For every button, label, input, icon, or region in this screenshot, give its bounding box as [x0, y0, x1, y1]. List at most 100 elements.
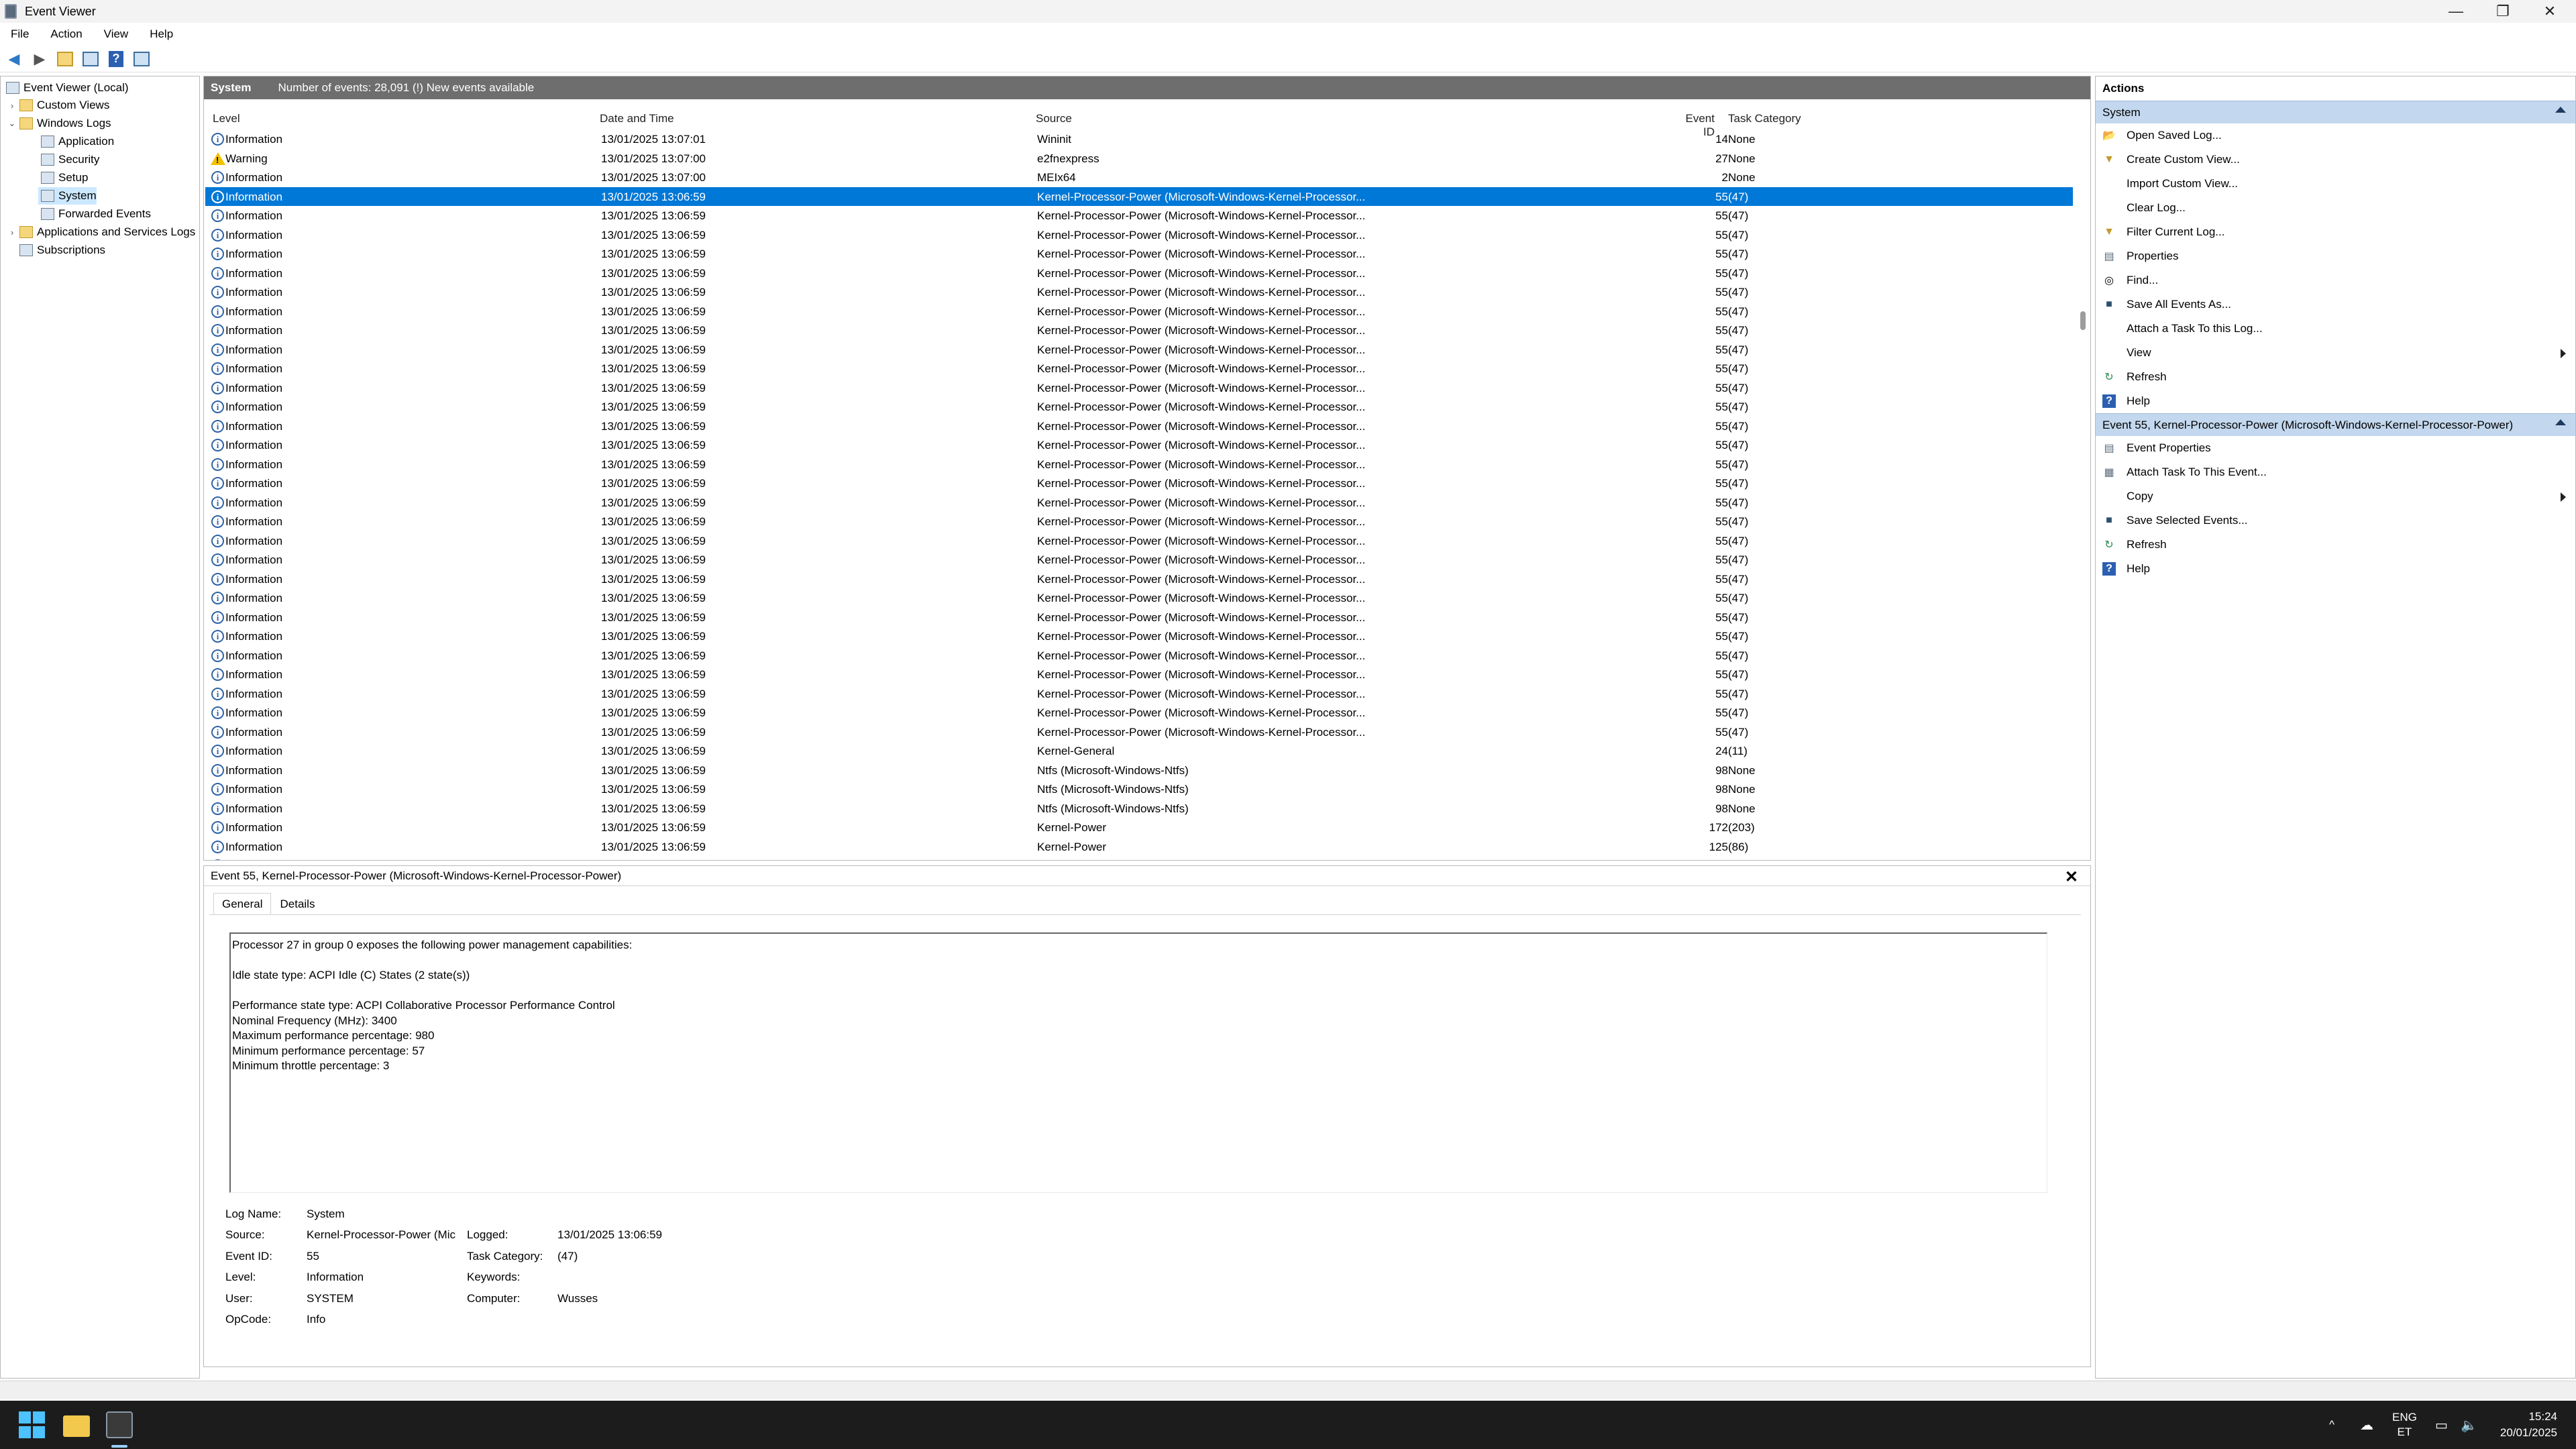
table-row[interactable]: i Information 13/01/2025 13:06:59 Kernel-Pr…	[205, 512, 2073, 531]
table-row[interactable]: i Information 13/01/2025 13:06:59 Kernel-Pr…	[205, 684, 2073, 704]
table-row[interactable]: i Information 13/01/2025 13:06:59 Kernel-Pr…	[205, 186, 2073, 206]
table-row[interactable]: i Information 13/01/2025 13:06:59 Kernel-Pr…	[205, 417, 2073, 436]
tree-item-system[interactable]: System	[38, 187, 97, 205]
table-row[interactable]: i Information 13/01/2025 13:06:59 Kernel-Pr…	[205, 455, 2073, 474]
table-row[interactable]: i Information 13/01/2025 13:07:00 MEIx64 2 No…	[205, 168, 2073, 187]
tree-item-forwarded-events[interactable]: Forwarded Events	[38, 205, 151, 223]
table-row[interactable]: i Information 13/01/2025 13:07:01 Wininit 14…	[205, 129, 2073, 149]
table-row[interactable]: i Information 13/01/2025 13:06:59 Kernel-Pr…	[205, 359, 2073, 378]
file-explorer-icon[interactable]	[63, 1415, 90, 1437]
tray-overflow-button[interactable]: ^	[2329, 1401, 2334, 1449]
action-refresh[interactable]: ↻ Refresh	[2096, 533, 2575, 557]
table-row[interactable]: i Information 13/01/2025 13:06:59 Kernel-Ge…	[205, 741, 2073, 761]
minimize-button[interactable]: —	[2432, 0, 2479, 23]
action-open-saved-log[interactable]: 📂 Open Saved Log...	[2096, 123, 2575, 148]
menu-file[interactable]: File	[11, 28, 29, 41]
tree-item-windows-logs[interactable]: ⌄ Windows Logs	[7, 115, 111, 132]
action-copy[interactable]: Copy	[2096, 484, 2575, 508]
show-hide-tree-button[interactable]	[80, 49, 101, 69]
column-level[interactable]: Level	[213, 112, 240, 125]
tree-item-applications-and-services-logs[interactable]: › Applications and Services Logs	[7, 223, 195, 241]
start-button[interactable]	[19, 1411, 46, 1438]
table-row[interactable]: i Information 13/01/2025 13:06:59 Kernel-Pr…	[205, 435, 2073, 455]
action-filter-current-log[interactable]: ▼ Filter Current Log...	[2096, 220, 2575, 244]
action-attach-task-to-this-event[interactable]: ▦ Attach Task To This Event...	[2096, 460, 2575, 484]
table-row[interactable]: i Information 13/01/2025 13:06:59 Kernel-Pr…	[205, 588, 2073, 608]
menu-help[interactable]: Help	[150, 28, 173, 41]
network-icon[interactable]: ▭	[2435, 1401, 2448, 1449]
table-row[interactable]: i Information 13/01/2025 13:06:59 Kernel-Pr…	[205, 282, 2073, 302]
column-source[interactable]: Source	[1036, 112, 1072, 125]
table-row[interactable]: i Information 13/01/2025 13:06:59 Kernel-Pr…	[205, 244, 2073, 264]
collapsed-chevron-icon[interactable]: ›	[7, 101, 17, 111]
events-vertical-scrollbar[interactable]	[2080, 311, 2086, 330]
tree-item-setup[interactable]: Setup	[38, 169, 88, 186]
table-row[interactable]: i Information 13/01/2025 13:06:59 Kernel-Pr…	[205, 264, 2073, 283]
event-description[interactable]: Processor 27 in group 0 exposes the foll…	[229, 932, 2047, 1193]
table-row[interactable]: i Information 13/01/2025 13:06:59 Kernel-Pr…	[205, 646, 2073, 665]
table-row[interactable]: i Information 13/01/2025 13:06:59 Kernel-Pr…	[205, 531, 2073, 551]
collapsed-chevron-icon[interactable]: ›	[7, 227, 17, 237]
action-import-custom-view[interactable]: Import Custom View...	[2096, 172, 2575, 196]
action-properties[interactable]: ▤ Properties	[2096, 244, 2575, 268]
table-row[interactable]: i Information 13/01/2025 13:06:59 Kernel-Pr…	[205, 493, 2073, 513]
collapse-caret-icon[interactable]	[2555, 419, 2566, 425]
restore-button[interactable]: ❐	[2479, 0, 2526, 23]
tree-item-custom-views[interactable]: › Custom Views	[7, 97, 109, 114]
actions-section-header[interactable]: Event 55, Kernel-Processor-Power (Micros…	[2096, 413, 2575, 436]
expanded-chevron-icon[interactable]: ⌄	[7, 118, 17, 129]
table-row[interactable]: i Information 13/01/2025 13:06:59 Kernel-Po…	[205, 837, 2073, 857]
table-row[interactable]: i Information 13/01/2025 13:06:59 Kernel-Pr…	[205, 608, 2073, 627]
table-row[interactable]: i Information 13/01/2025 13:06:59 Kernel-Pr…	[205, 627, 2073, 646]
table-row[interactable]: i Information 13/01/2025 13:06:59 Ntfs (Mic…	[205, 799, 2073, 818]
onedrive-icon[interactable]: ☁	[2360, 1401, 2373, 1449]
action-save-all-events-as[interactable]: ■ Save All Events As...	[2096, 292, 2575, 317]
close-button[interactable]: ✕	[2526, 0, 2573, 23]
table-row[interactable]: i Information 13/01/2025 13:06:59 Kernel-Pr…	[205, 321, 2073, 340]
clock[interactable]: 15:24 20/01/2025	[2500, 1409, 2557, 1441]
tab-general[interactable]: General	[213, 893, 272, 914]
action-create-custom-view[interactable]: ▼ Create Custom View...	[2096, 148, 2575, 172]
action-find[interactable]: ◎ Find...	[2096, 268, 2575, 292]
action-attach-a-task-to-this-log[interactable]: Attach a Task To this Log...	[2096, 317, 2575, 341]
action-save-selected-events[interactable]: ■ Save Selected Events...	[2096, 508, 2575, 533]
table-row[interactable]: i Information 13/01/2025 13:06:59 Kernel-Pr…	[205, 206, 2073, 225]
event-viewer-taskbar-icon[interactable]	[106, 1411, 133, 1438]
language-indicator[interactable]: ENG ET	[2392, 1401, 2417, 1449]
table-row[interactable]: i Information 13/01/2025 13:06:59 Kernel-Pr…	[205, 722, 2073, 742]
show-hide-action-pane-button[interactable]	[131, 49, 152, 69]
back-button[interactable]: ◀	[4, 49, 24, 69]
collapse-caret-icon[interactable]	[2555, 107, 2566, 113]
close-detail-button[interactable]: ✕	[2065, 867, 2078, 887]
table-row[interactable]: i Information 13/01/2025 13:06:59 Kernel-Pr…	[205, 378, 2073, 398]
help-button[interactable]: ?	[106, 49, 126, 69]
tree-item-subscriptions[interactable]: Subscriptions	[7, 241, 105, 259]
table-row[interactable]: i Information 13/01/2025 13:06:59 Kernel-Pr…	[205, 340, 2073, 360]
column-date-time[interactable]: Date and Time	[600, 112, 674, 125]
forward-button[interactable]: ▶	[30, 49, 50, 69]
table-row[interactable]: i Information 13/01/2025 13:06:59 Kernel-Pr…	[205, 397, 2073, 417]
action-view[interactable]: View	[2096, 341, 2575, 365]
table-row[interactable]: i Information 13/01/2025 13:06:59 Kernel-Pr…	[205, 225, 2073, 245]
column-task-category[interactable]: Task Category	[1728, 112, 1801, 125]
tree-item-application[interactable]: Application	[38, 133, 114, 150]
table-row[interactable]: i Information 13/01/2025 13:06:59 Kernel-Pr…	[205, 302, 2073, 321]
table-row[interactable]: iInformation 13/01/2025 13:06:59 FilterMan…	[205, 856, 2073, 860]
table-row[interactable]: i Information 13/01/2025 13:06:59 Kernel-Po…	[205, 818, 2073, 837]
tree-item-security[interactable]: Security	[38, 151, 99, 168]
up-folder-button[interactable]	[55, 49, 75, 69]
table-row[interactable]: i Information 13/01/2025 13:06:59 Ntfs (Mic…	[205, 780, 2073, 799]
action-event-properties[interactable]: ▤ Event Properties	[2096, 436, 2575, 460]
table-row[interactable]: i Information 13/01/2025 13:06:59 Kernel-Pr…	[205, 665, 2073, 684]
table-row[interactable]: i Information 13/01/2025 13:06:59 Kernel-Pr…	[205, 570, 2073, 589]
volume-icon[interactable]: 🔈	[2461, 1401, 2477, 1449]
table-row[interactable]: i Information 13/01/2025 13:06:59 Kernel-Pr…	[205, 550, 2073, 570]
action-refresh[interactable]: ↻ Refresh	[2096, 365, 2575, 389]
actions-section-header[interactable]: System	[2096, 101, 2575, 123]
table-row[interactable]: i Information 13/01/2025 13:06:59 Kernel-Pr…	[205, 703, 2073, 722]
action-clear-log[interactable]: Clear Log...	[2096, 196, 2575, 220]
menu-action[interactable]: Action	[50, 28, 82, 41]
menu-view[interactable]: View	[104, 28, 129, 41]
table-row[interactable]: i Information 13/01/2025 13:06:59 Ntfs (Mic…	[205, 761, 2073, 780]
tree-root[interactable]: Event Viewer (Local)	[3, 79, 129, 97]
